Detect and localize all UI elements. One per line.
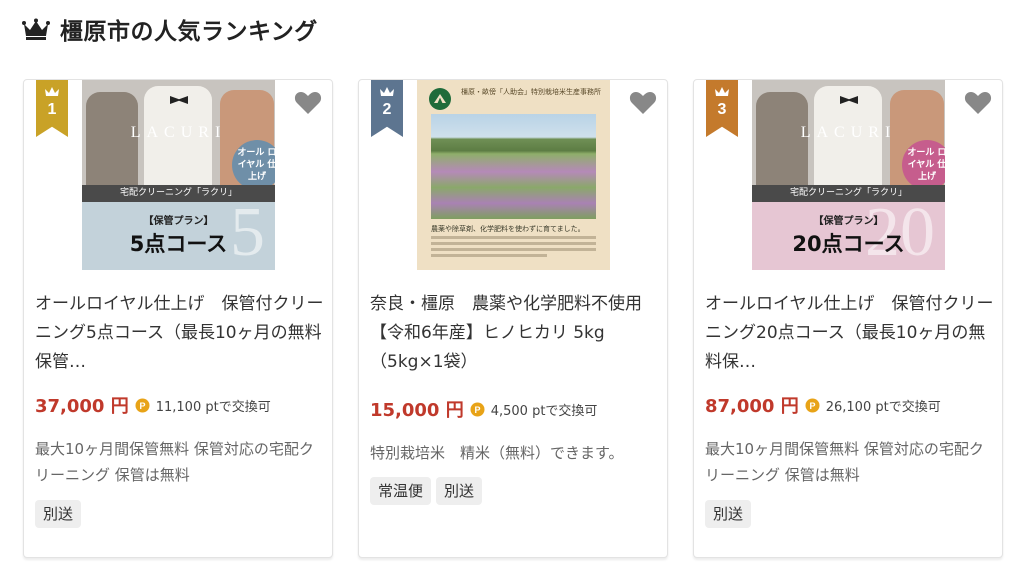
badge-crown-icon (379, 86, 395, 98)
ranking-card-2[interactable]: 2 橿原・畝傍「人助会」特別栽培米生産事務所 農薬や除草剤、化学肥料を使わずに育… (358, 79, 668, 558)
price: 15,000 円 (370, 400, 464, 421)
thumb-plan: 【保管プラン】 (813, 216, 884, 227)
product-thumbnail[interactable]: LACURI オール ロイヤル 仕上げ 宅配クリーニング「ラクリ」 20 【保管… (752, 80, 945, 270)
point-icon: P (470, 402, 485, 417)
tag: 別送 (436, 477, 483, 505)
thumb-brand: LACURI (800, 124, 897, 141)
tag: 別送 (35, 500, 82, 528)
ranking-card-3[interactable]: 3 LACURI オール ロイヤル 仕上げ 宅配クリーニング「ラクリ」 20 【… (693, 79, 1003, 558)
heart-icon[interactable] (964, 90, 992, 115)
rank-number: 2 (382, 101, 392, 118)
price-row: 87,000 円 P 26,100 ptで交換可 (705, 392, 941, 418)
price: 87,000 円 (705, 396, 799, 417)
points-text: 4,500 ptで交換可 (490, 403, 598, 419)
description: 最大10ヶ月間保管無料 保管対応の宅配クリーニング 保管は無料 (705, 440, 984, 484)
badge-crown-icon (44, 86, 60, 98)
tag-list: 常温便 別送 (370, 477, 483, 505)
point-icon: P (135, 398, 150, 413)
product-thumbnail[interactable]: 橿原・畝傍「人助会」特別栽培米生産事務所 農薬や除草剤、化学肥料を使わずに育てま… (417, 80, 610, 270)
points-text: 26,100 ptで交換可 (825, 399, 941, 415)
thumb-brand: LACURI (130, 124, 227, 141)
description: 最大10ヶ月間保管無料 保管対応の宅配クリーニング 保管は無料 (35, 440, 314, 484)
rank-badge-2: 2 (371, 80, 403, 137)
thumb-badge: オール ロイヤル 仕上げ (232, 140, 275, 190)
ranking-card-1[interactable]: 1 LACURI オール ロイヤル 仕上げ 宅配クリーニング「ラクリ」 5 【保… (23, 79, 333, 558)
thumb-badge: オール ロイヤル 仕上げ (902, 140, 945, 190)
price-row: 37,000 円 P 11,100 ptで交換可 (35, 392, 271, 418)
tag-list: 別送 (35, 500, 82, 528)
tag: 常温便 (370, 477, 432, 505)
price-row: 15,000 円 P 4,500 ptで交換可 (370, 396, 597, 422)
svg-text:P: P (474, 405, 480, 415)
description: 特別栽培米 精米（無料）できます。 (370, 444, 624, 462)
rank-badge-3: 3 (706, 80, 738, 137)
heart-icon[interactable] (629, 90, 657, 115)
price: 37,000 円 (35, 396, 129, 417)
thumb-plan: 【保管プラン】 (143, 216, 214, 227)
thumb-course: 20点コース (792, 232, 905, 256)
svg-text:P: P (809, 401, 815, 411)
product-thumbnail[interactable]: LACURI オール ロイヤル 仕上げ 宅配クリーニング「ラクリ」 5 【保管プ… (82, 80, 275, 270)
logo-icon (429, 88, 451, 110)
rank-number: 3 (717, 101, 727, 118)
product-title[interactable]: 奈良・橿原 農薬や化学肥料不使用【令和6年産】ヒノヒカリ 5kg（5kg×1袋） (370, 290, 660, 377)
thumb-caption: 農薬や除草剤、化学肥料を使わずに育てました。 (431, 225, 585, 233)
point-icon: P (805, 398, 820, 413)
rank-number: 1 (47, 101, 57, 118)
tag: 別送 (705, 500, 752, 528)
tag-list: 別送 (705, 500, 752, 528)
thumb-heading: 橿原・畝傍「人助会」特別栽培米生産事務所 (461, 88, 601, 96)
thumb-field-photo (431, 114, 596, 219)
rank-badge-1: 1 (36, 80, 68, 137)
thumb-course: 5点コース (129, 232, 228, 256)
product-title[interactable]: オールロイヤル仕上げ 保管付クリーニング5点コース（最長10ヶ月の無料保管… (35, 290, 325, 377)
points-text: 11,100 ptで交換可 (155, 399, 271, 415)
heart-icon[interactable] (294, 90, 322, 115)
product-title[interactable]: オールロイヤル仕上げ 保管付クリーニング20点コース（最長10ヶ月の無料保… (705, 290, 995, 377)
badge-crown-icon (714, 86, 730, 98)
svg-text:P: P (139, 401, 145, 411)
